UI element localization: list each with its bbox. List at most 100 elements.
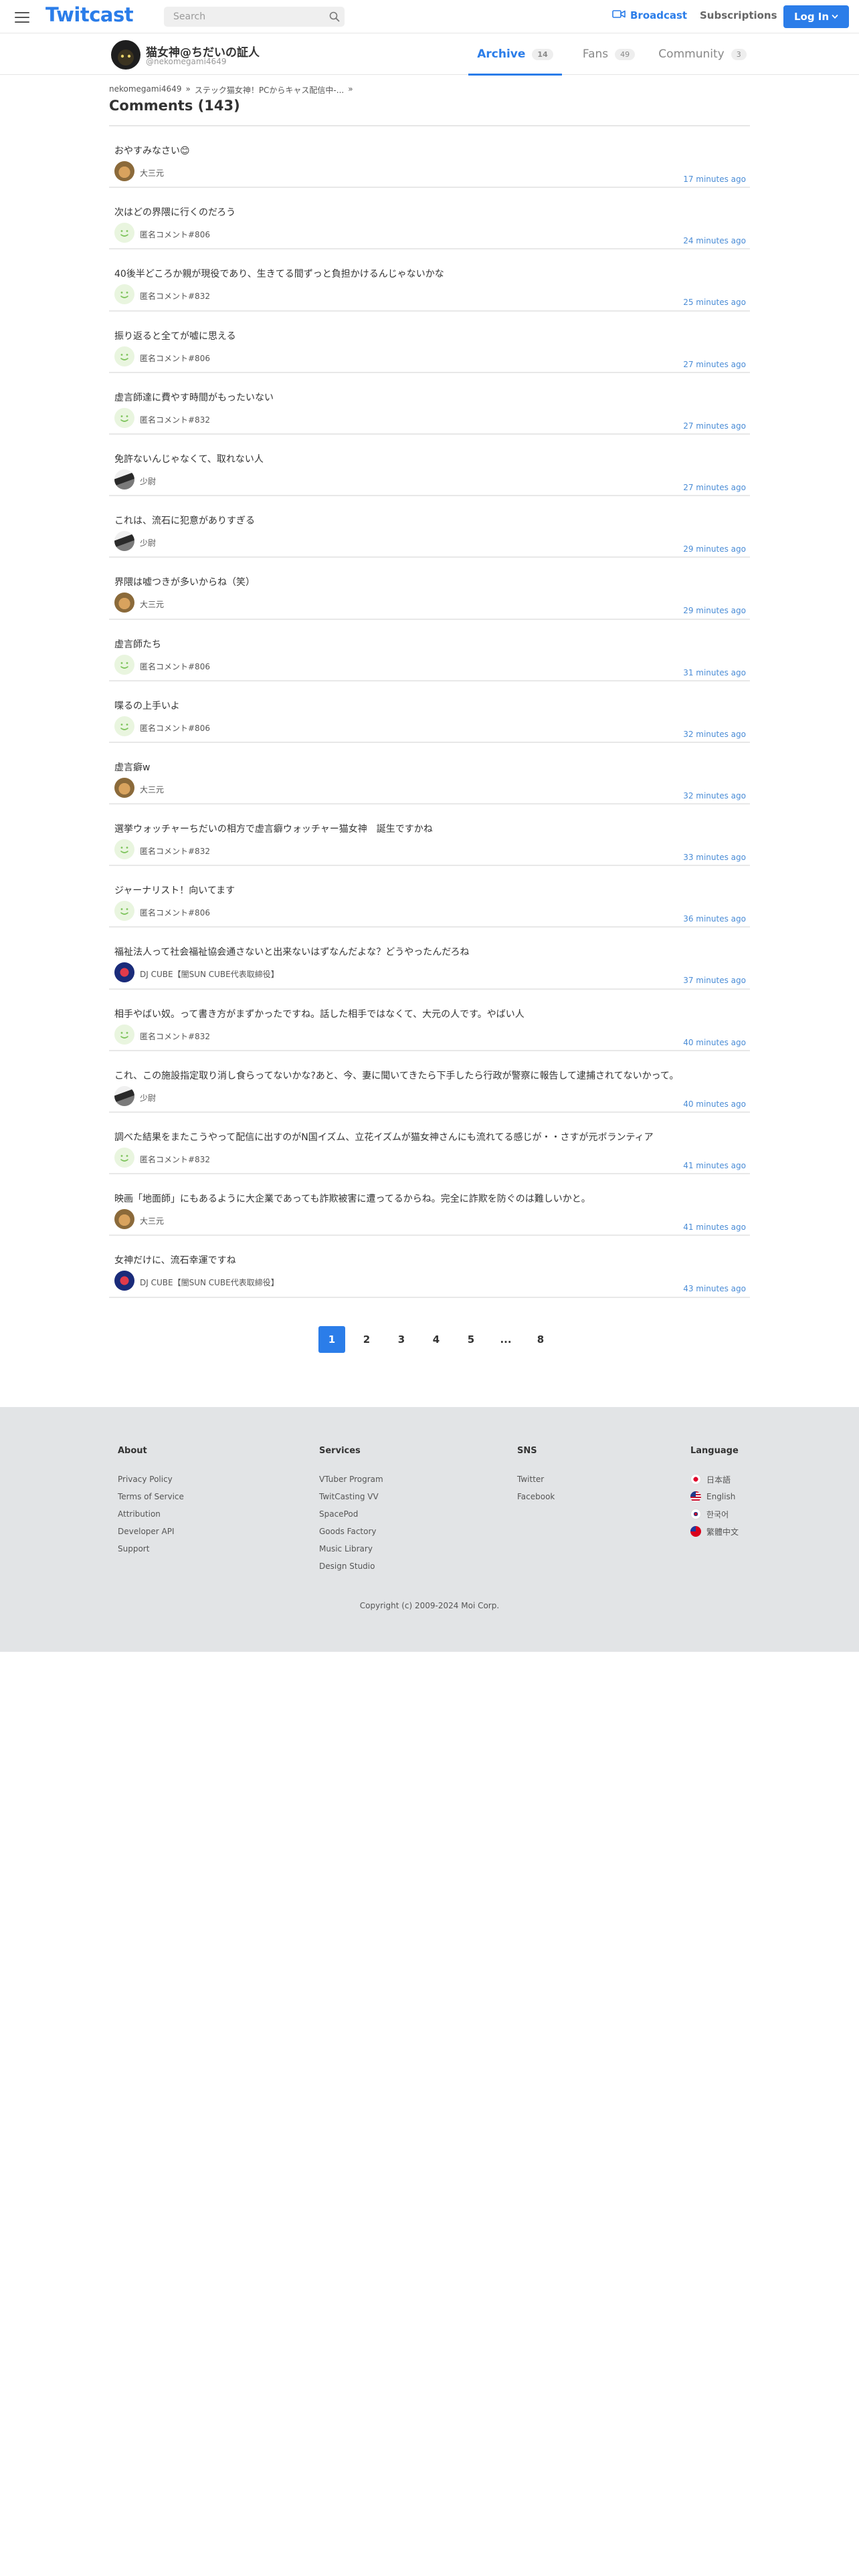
page-1-button[interactable]: 1: [318, 1326, 345, 1353]
footer-link-twitter[interactable]: Twitter: [517, 1471, 555, 1488]
commenter-avatar[interactable]: [114, 469, 134, 490]
footer-language: Language 日本語 English 한국어 繁體中文: [690, 1446, 739, 1540]
comment-timestamp[interactable]: 27 minutes ago: [683, 483, 746, 492]
breadcrumb-separator: »: [348, 84, 353, 94]
comment-timestamp[interactable]: 43 minutes ago: [683, 1284, 746, 1293]
comment-timestamp[interactable]: 33 minutes ago: [683, 853, 746, 862]
footer-link-support[interactable]: Support: [118, 1540, 184, 1558]
commenter-name[interactable]: 匿名コメント#806: [140, 661, 210, 672]
commenter-avatar[interactable]: [114, 593, 134, 613]
commenter-avatar[interactable]: [114, 777, 134, 798]
commenter-avatar[interactable]: [114, 407, 134, 428]
commenter-avatar[interactable]: [114, 223, 134, 243]
comment-text: 調べた結果をまたこうやって配信に出すのがN国イズム、立花イズムが猫女神さんにも流…: [114, 1132, 654, 1143]
comment-item: 虚言師たち 匿名コメント#806 31 minutes ago: [109, 620, 750, 681]
comment-timestamp[interactable]: 27 minutes ago: [683, 360, 746, 369]
commenter-avatar[interactable]: [114, 962, 134, 983]
language-japanese[interactable]: 日本語: [690, 1471, 739, 1488]
commenter-avatar[interactable]: [114, 531, 134, 552]
subscriptions-link[interactable]: Subscriptions: [700, 9, 777, 21]
page-3-button[interactable]: 3: [388, 1326, 415, 1353]
commenter-name[interactable]: DJ CUBE【闇SUN CUBE代表取締役】: [140, 968, 279, 980]
breadcrumb-user-link[interactable]: nekomegami4649: [109, 84, 181, 95]
commenter-name[interactable]: 匿名コメント#832: [140, 414, 210, 425]
commenter-avatar[interactable]: [114, 716, 134, 736]
comment-timestamp[interactable]: 41 minutes ago: [683, 1161, 746, 1170]
tab-fans[interactable]: Fans 49: [562, 33, 656, 75]
language-english[interactable]: English: [690, 1488, 739, 1505]
footer-link-goods-factory[interactable]: Goods Factory: [319, 1523, 383, 1540]
commenter-avatar[interactable]: [114, 284, 134, 305]
comment-timestamp[interactable]: 31 minutes ago: [683, 668, 746, 677]
page-8-button[interactable]: 8: [527, 1326, 554, 1353]
footer-link-design-studio[interactable]: Design Studio: [319, 1558, 383, 1575]
commenter-avatar[interactable]: [114, 901, 134, 922]
commenter-avatar[interactable]: [114, 1024, 134, 1045]
comment-timestamp[interactable]: 27 minutes ago: [683, 421, 746, 431]
footer-link-spacepod[interactable]: SpacePod: [319, 1505, 383, 1523]
comment-timestamp[interactable]: 32 minutes ago: [683, 791, 746, 800]
commenter-name[interactable]: 匿名コメント#832: [140, 1154, 210, 1165]
language-korean[interactable]: 한국어: [690, 1505, 739, 1523]
comment-timestamp[interactable]: 41 minutes ago: [683, 1222, 746, 1232]
commenter-avatar[interactable]: [114, 1271, 134, 1291]
comment-timestamp[interactable]: 40 minutes ago: [683, 1099, 746, 1109]
commenter-avatar[interactable]: [114, 1209, 134, 1230]
twitcast-logo[interactable]: Twitcast: [45, 3, 134, 26]
comment-timestamp[interactable]: 29 minutes ago: [683, 606, 746, 615]
commenter-name[interactable]: 匿名コメント#806: [140, 722, 210, 734]
commenter-name[interactable]: 少尉: [140, 537, 156, 548]
language-traditional-chinese[interactable]: 繁體中文: [690, 1523, 739, 1540]
footer-link-music-library[interactable]: Music Library: [319, 1540, 383, 1558]
login-button[interactable]: Log In: [783, 5, 849, 28]
page-5-button[interactable]: 5: [458, 1326, 484, 1353]
commenter-avatar[interactable]: [114, 161, 134, 181]
commenter-name[interactable]: 少尉: [140, 475, 156, 487]
user-avatar[interactable]: [111, 40, 140, 70]
commenter-name[interactable]: 匿名コメント#806: [140, 352, 210, 364]
footer-link-facebook[interactable]: Facebook: [517, 1488, 555, 1505]
comment-timestamp[interactable]: 17 minutes ago: [683, 175, 746, 184]
breadcrumb-movie-link[interactable]: ステック猫女神！PCからキャス配信中-...: [195, 84, 344, 95]
commenter-name[interactable]: 匿名コメント#832: [140, 1031, 210, 1042]
commenter-name[interactable]: 少尉: [140, 1092, 156, 1103]
comment-timestamp[interactable]: 40 minutes ago: [683, 1038, 746, 1047]
comment-timestamp[interactable]: 29 minutes ago: [683, 544, 746, 554]
commenter-name[interactable]: 大三元: [140, 1215, 164, 1226]
commenter-name[interactable]: 大三元: [140, 784, 164, 795]
comment-timestamp[interactable]: 24 minutes ago: [683, 236, 746, 245]
footer-link-privacy[interactable]: Privacy Policy: [118, 1471, 184, 1488]
footer-link-attribution[interactable]: Attribution: [118, 1505, 184, 1523]
broadcast-button[interactable]: Broadcast: [612, 9, 687, 21]
comment-timestamp[interactable]: 25 minutes ago: [683, 298, 746, 307]
commenter-name[interactable]: 匿名コメント#832: [140, 290, 210, 302]
footer-link-developer-api[interactable]: Developer API: [118, 1523, 184, 1540]
comment-timestamp[interactable]: 36 minutes ago: [683, 914, 746, 924]
commenter-name[interactable]: 匿名コメント#806: [140, 907, 210, 918]
search-input[interactable]: [164, 7, 324, 27]
commenter-avatar[interactable]: [114, 1085, 134, 1106]
commenter-name[interactable]: 匿名コメント#832: [140, 845, 210, 857]
korea-flag-icon: [690, 1509, 701, 1519]
tab-archive[interactable]: Archive 14: [468, 33, 562, 76]
commenter-name[interactable]: 匿名コメント#806: [140, 229, 210, 240]
pagination-ellipsis: ...: [500, 1333, 512, 1346]
footer-link-twitcasting-vv[interactable]: TwitCasting VV: [319, 1488, 383, 1505]
comment-timestamp[interactable]: 37 minutes ago: [683, 976, 746, 985]
commenter-name[interactable]: DJ CUBE【闇SUN CUBE代表取締役】: [140, 1277, 279, 1288]
commenter-avatar[interactable]: [114, 839, 134, 860]
comment-timestamp[interactable]: 32 minutes ago: [683, 730, 746, 739]
commenter-name[interactable]: 大三元: [140, 599, 164, 610]
commenter-avatar[interactable]: [114, 654, 134, 675]
commenter-avatar[interactable]: [114, 1148, 134, 1168]
commenter-name[interactable]: 大三元: [140, 167, 164, 179]
footer-link-terms[interactable]: Terms of Service: [118, 1488, 184, 1505]
page-2-button[interactable]: 2: [353, 1326, 380, 1353]
footer-link-vtuber[interactable]: VTuber Program: [319, 1471, 383, 1488]
tab-community[interactable]: Community 3: [656, 33, 749, 75]
hamburger-menu-icon[interactable]: [13, 9, 31, 25]
smile-icon: [120, 1031, 128, 1039]
search-icon[interactable]: [324, 11, 345, 22]
page-4-button[interactable]: 4: [423, 1326, 450, 1353]
commenter-avatar[interactable]: [114, 346, 134, 366]
